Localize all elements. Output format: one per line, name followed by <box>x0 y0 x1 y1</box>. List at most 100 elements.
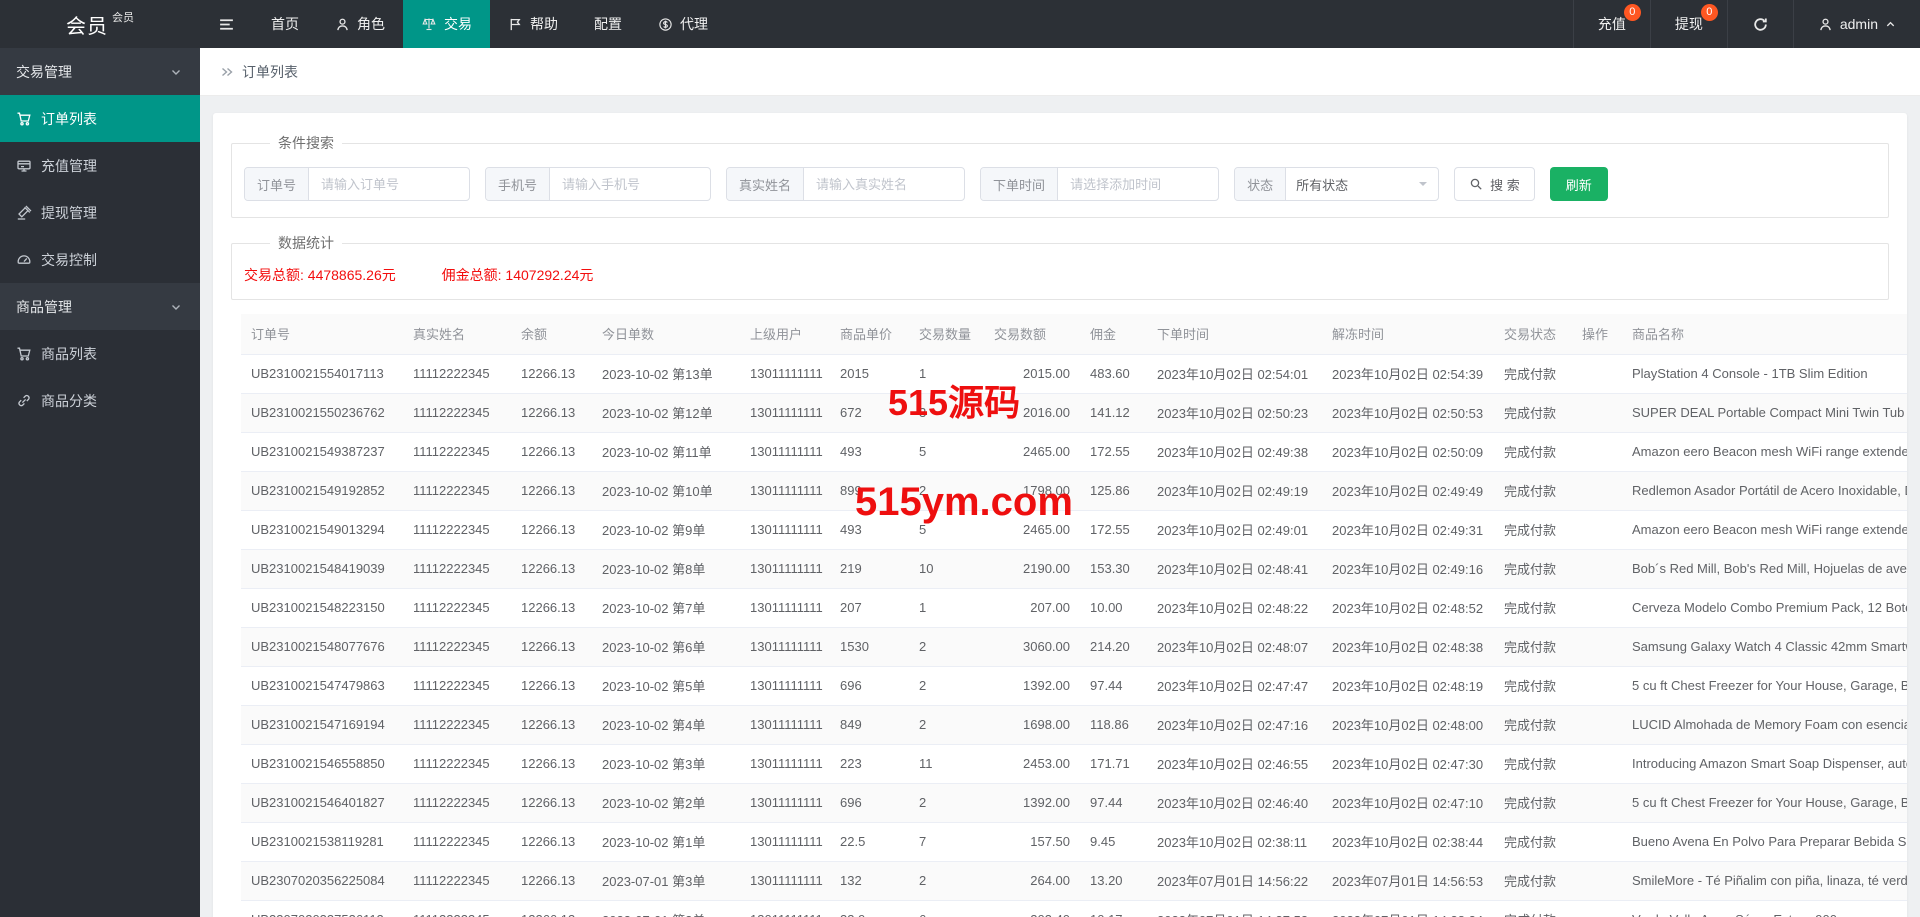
app-logo-badge: 会员 <box>112 12 134 24</box>
table-cell: 2465.00 <box>984 510 1080 550</box>
real-name-field: 真实姓名 <box>726 167 966 201</box>
table-row: UB2310021546558850 11112222345 12266.13 202… <box>241 744 1907 784</box>
table-cell: 11112222345 <box>403 471 511 511</box>
table-cell: 完成付款 <box>1494 588 1572 628</box>
nav-item-agent[interactable]: 代理 <box>640 0 726 48</box>
table-cell: 696 <box>830 783 909 823</box>
sidebar-item-label: 充值管理 <box>41 157 97 174</box>
commission-total-stat: 佣金总额: 1407292.24元 <box>441 267 594 283</box>
search-button-label: 搜 索 <box>1490 177 1520 193</box>
caret-down-icon <box>1418 179 1428 189</box>
sidebar-group-products[interactable]: 商品管理 <box>0 283 200 330</box>
breadcrumb: 订单列表 <box>200 48 1920 96</box>
table-cell: 97.44 <box>1080 783 1147 823</box>
table-cell: 2 <box>909 666 984 706</box>
refresh-page-button[interactable] <box>1726 0 1793 48</box>
table-cell: 1798.00 <box>984 471 1080 511</box>
table-cell: 2023-10-02 第8单 <box>592 549 740 589</box>
search-button[interactable]: 搜 索 <box>1454 167 1535 201</box>
refresh-button[interactable]: 刷新 <box>1549 167 1608 201</box>
table-cell: 207.00 <box>984 588 1080 628</box>
orders-table-wrap: 订单号 真实姓名 余额 今日单数 上级用户 商品单价 交易数量 交易数额 佣金 下单时间 解冻时间交… <box>231 314 1907 917</box>
sidebar-item-label: 订单列表 <box>41 110 97 127</box>
sidebar-item-product-category[interactable]: 商品分类 <box>0 377 200 424</box>
sidebar-group-trade[interactable]: 交易管理 <box>0 48 200 95</box>
recharge-button[interactable]: 充值 0 <box>1572 0 1650 48</box>
hamburger-icon <box>218 16 235 33</box>
withdraw-badge: 0 <box>1700 4 1718 21</box>
cart-icon <box>16 346 32 362</box>
table-cell: 13011111111 <box>740 393 830 433</box>
nav-item-config[interactable]: 配置 <box>576 0 640 48</box>
chevron-up-icon <box>1885 19 1896 30</box>
table-cell: 2023年10月02日 02:48:07 <box>1147 627 1322 667</box>
table-cell: 13011111111 <box>740 627 830 667</box>
table-cell: 2023-10-02 第13单 <box>592 354 740 394</box>
table-row: UB2310021548223150 11112222345 12266.13 202… <box>241 588 1907 628</box>
search-icon <box>1469 177 1483 191</box>
sidebar-item-recharge[interactable]: 充值管理 <box>0 142 200 189</box>
person-icon <box>335 17 350 32</box>
table-row: UB2310021549387237 11112222345 12266.13 202… <box>241 432 1907 472</box>
table-cell <box>1572 705 1622 745</box>
nav-item-trade[interactable]: 交易 <box>403 0 490 48</box>
table-cell: 5 <box>909 432 984 472</box>
table-cell: 97.44 <box>1080 666 1147 706</box>
nav-item-help[interactable]: 帮助 <box>490 0 576 48</box>
sidebar-item-trade-control[interactable]: 交易控制 <box>0 236 200 283</box>
order-no-input[interactable] <box>309 168 470 200</box>
table-cell: 完成付款 <box>1494 705 1572 745</box>
table-cell: 11112222345 <box>403 744 511 784</box>
sidebar-item-product-list[interactable]: 商品列表 <box>0 330 200 377</box>
phone-input[interactable] <box>550 168 711 200</box>
withdraw-label: 提现 <box>1674 16 1703 32</box>
real-name-label: 真实姓名 <box>727 168 805 200</box>
order-no-field: 订单号 <box>244 167 471 201</box>
flag-icon <box>508 17 523 32</box>
table-cell: 7 <box>909 822 984 862</box>
order-time-input[interactable] <box>1058 168 1219 200</box>
table-row: UB2310021546401827 11112222345 12266.13 202… <box>241 783 1907 823</box>
table-cell: 2 <box>909 861 984 901</box>
table-cell: Verde Valle Arroz Súper Extra - 900 g <box>1622 900 1907 917</box>
nav-item-roles[interactable]: 角色 <box>317 0 403 48</box>
table-cell: 12266.13 <box>511 783 592 823</box>
user-menu[interactable]: admin <box>1792 0 1920 48</box>
nav-item-home[interactable]: 首页 <box>253 0 317 48</box>
search-form: 订单号 手机号 真实姓名 下单时间 状态 <box>244 167 1876 201</box>
table-cell: 2023-10-02 第5单 <box>592 666 740 706</box>
sidebar-item-order-list[interactable]: 订单列表 <box>0 95 200 142</box>
table-cell: 2023年07月01日 14:37:53 <box>1147 900 1322 917</box>
total-amount-stat: 交易总额: 4478865.26元 <box>244 267 396 283</box>
table-cell <box>1572 900 1622 917</box>
table-cell: 2023-07-01 第2单 <box>592 900 740 917</box>
table-cell: 12266.13 <box>511 510 592 550</box>
sidebar-toggle[interactable] <box>200 0 253 48</box>
table-cell: Introducing Amazon Smart Soap Dispenser,… <box>1622 744 1907 784</box>
table-cell: 2023-10-02 第7单 <box>592 588 740 628</box>
real-name-input[interactable] <box>804 168 965 200</box>
column-header: 今日单数 <box>592 314 740 355</box>
table-cell: 完成付款 <box>1494 549 1572 589</box>
table-cell: 12266.13 <box>511 666 592 706</box>
table-cell <box>1572 744 1622 784</box>
sidebar-item-label: 提现管理 <box>41 204 97 221</box>
table-cell: 223 <box>830 744 909 784</box>
user-icon <box>1818 17 1833 32</box>
status-select[interactable]: 所有状态 <box>1286 168 1438 200</box>
table-cell: 11112222345 <box>403 627 511 667</box>
table-cell <box>1572 393 1622 433</box>
table-cell: 2023年10月02日 02:50:09 <box>1322 432 1494 472</box>
table-cell <box>1572 354 1622 394</box>
page-title: 订单列表 <box>242 63 298 80</box>
sidebar-item-withdraw[interactable]: 提现管理 <box>0 189 200 236</box>
table-cell: 10 <box>909 549 984 589</box>
withdraw-button[interactable]: 提现 0 <box>1649 0 1727 48</box>
table-cell: Amazon eero Beacon mesh WiFi range exten… <box>1622 510 1907 550</box>
table-cell: 12266.13 <box>511 627 592 667</box>
table-cell: 11112222345 <box>403 588 511 628</box>
table-cell: UB2310021550236762 <box>241 393 403 433</box>
table-cell: 672 <box>830 393 909 433</box>
column-header: 交易数额 <box>984 314 1080 355</box>
table-cell: 11112222345 <box>403 432 511 472</box>
